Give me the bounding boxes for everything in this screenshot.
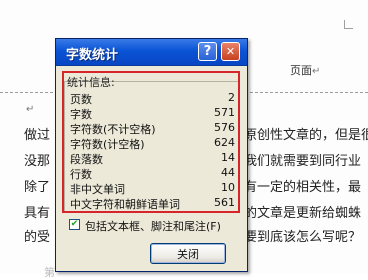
doc-line-left-2: 没那 [24,154,51,169]
doc-line-right-2: 我们就需要到同行业 [244,154,362,169]
word-count-dialog: 字数统计 ? ✕ 统计信息: 页数 2 字数 571 字符数(不计空格) 576… [55,38,248,272]
doc-line-right-3: 有一定的相关性，最 [244,180,362,195]
doc-line-right-4: 的文章是更新给蜘蛛 [244,206,362,221]
close-icon: ✕ [225,45,236,58]
header-label: 页面↵ [290,64,321,77]
doc-faint-text: 第 [44,266,55,279]
title-close-button[interactable]: ✕ [221,42,240,61]
paragraph-mark: ↵ [26,104,35,115]
dialog-title: 字数统计 [66,48,119,63]
doc-line-left-1: 做过 [24,128,51,143]
doc-line-right-1: 原创性文章的，但是很 [244,128,368,143]
margin-corner-mark [344,20,353,29]
help-icon: ? [203,44,212,59]
doc-line-right-5: 要到底该怎么写呢？ [244,230,362,245]
checkmark-icon: ✔ [70,219,79,229]
doc-line-left-5: 的受 [24,230,51,245]
red-highlight-box [62,71,240,213]
help-button[interactable]: ? [198,42,217,61]
dialog-title-bar[interactable]: 字数统计 ? ✕ [56,39,247,66]
doc-line-left-4: 具有 [24,206,51,221]
doc-line-left-3: 除了 [24,180,51,195]
close-button[interactable]: 关闭 [150,243,226,264]
include-textboxes-checkbox[interactable]: ✔ [69,219,80,230]
include-textboxes-label[interactable]: 包括文本框、脚注和尾注(F) [85,218,221,234]
